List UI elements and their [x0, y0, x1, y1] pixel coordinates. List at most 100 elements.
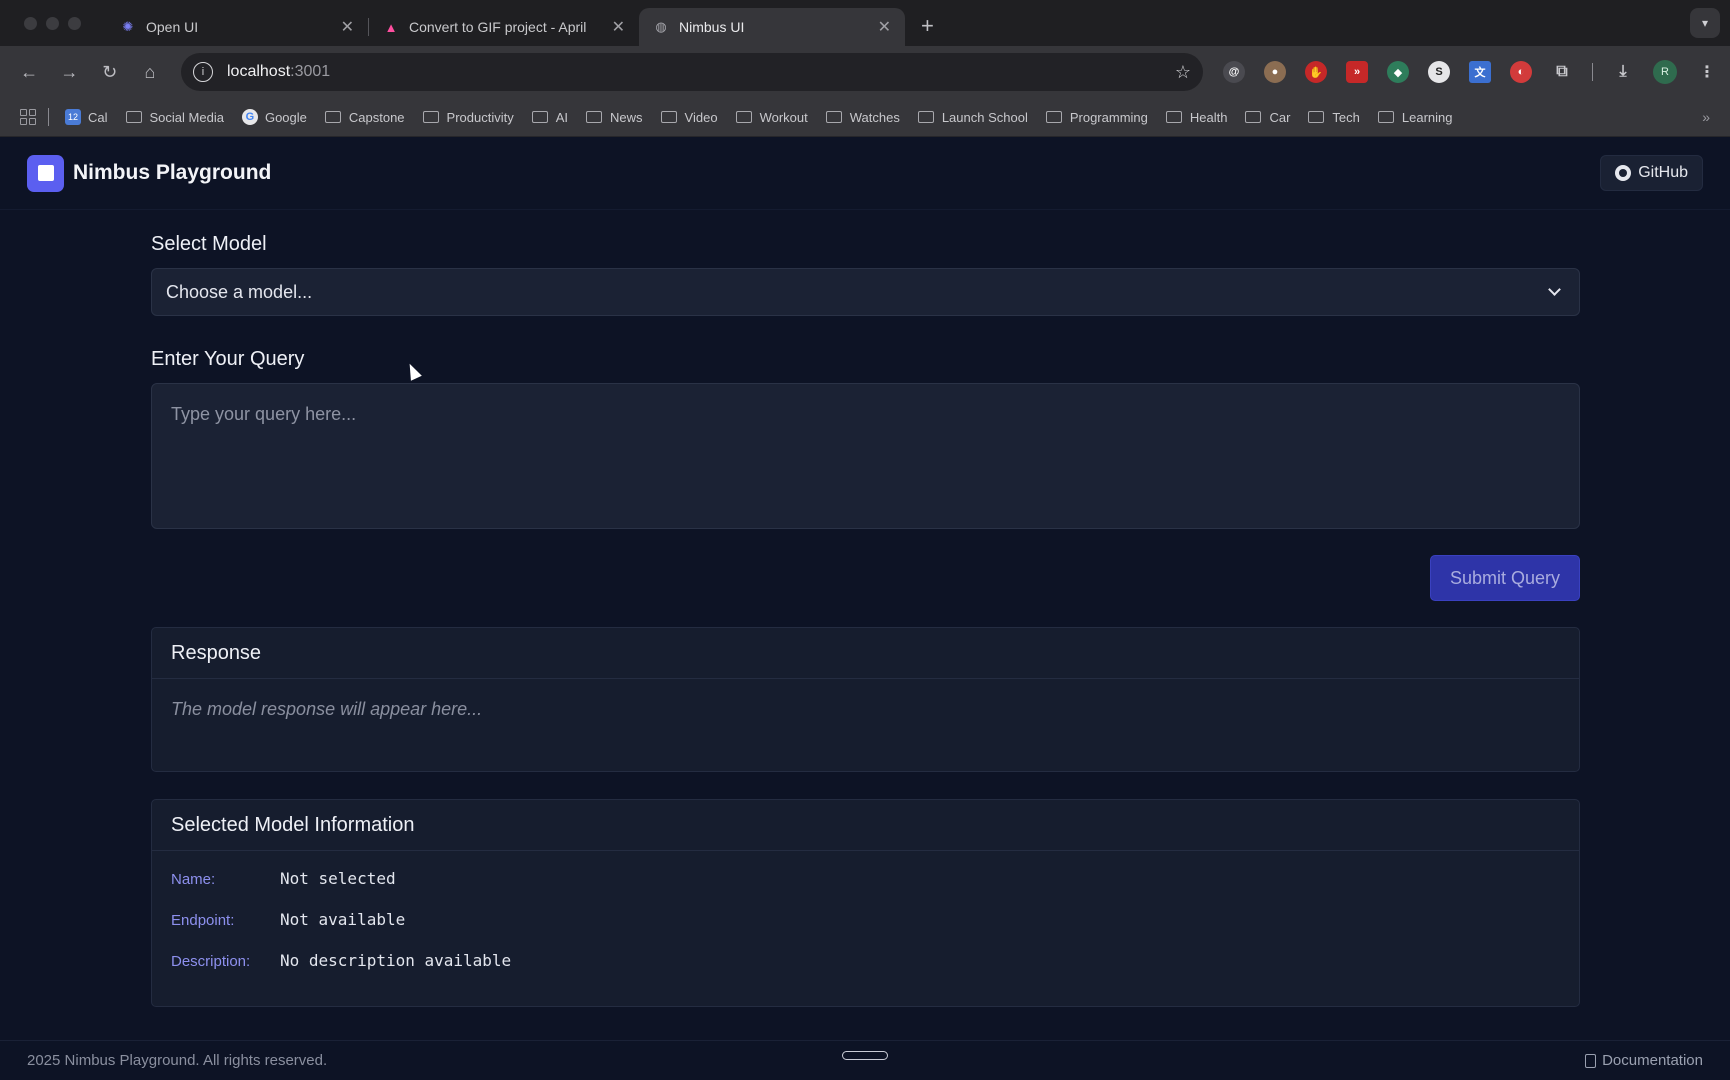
- reload-button[interactable]: ↻: [93, 54, 127, 90]
- bookmark-label: Health: [1189, 109, 1228, 125]
- bookmark-video[interactable]: Video: [660, 109, 718, 125]
- github-icon: [1615, 165, 1632, 181]
- bookmark-ai[interactable]: AI: [531, 109, 569, 125]
- model-select[interactable]: Choose a model...: [151, 268, 1580, 316]
- documentation-link[interactable]: Documentation: [1585, 1052, 1703, 1069]
- bookmark-social-media[interactable]: Social Media: [125, 109, 224, 125]
- close-window-button[interactable]: [24, 16, 37, 30]
- bookmark-label: Capstone: [348, 109, 405, 125]
- folder-icon: [735, 111, 752, 123]
- bookmark-label: Cal: [88, 109, 108, 125]
- document-icon: [1585, 1053, 1597, 1068]
- model-select-value: Choose a model...: [166, 281, 313, 302]
- google-icon: G: [241, 109, 258, 125]
- bookmark-cal[interactable]: 12 Cal: [65, 109, 108, 125]
- arrow-left-icon: ←: [20, 61, 39, 82]
- home-icon: ⌂: [144, 61, 156, 82]
- kebab-menu-icon[interactable]: ⋮: [1696, 61, 1718, 83]
- globe-icon: ◍: [655, 19, 667, 34]
- address-bar[interactable]: i localhost:3001 ☆: [181, 53, 1203, 91]
- footer-copyright: 2025 Nimbus Playground. All rights reser…: [27, 1052, 328, 1069]
- tab-search-button[interactable]: ▾: [1690, 8, 1720, 38]
- bookmark-capstone[interactable]: Capstone: [324, 109, 405, 125]
- github-button[interactable]: GitHub: [1600, 155, 1703, 191]
- extension-hand-icon[interactable]: ✋: [1305, 61, 1327, 83]
- bookmark-workout[interactable]: Workout: [735, 110, 808, 125]
- chevron-down-icon: ▾: [1701, 16, 1709, 30]
- extension-at-icon[interactable]: @: [1223, 61, 1245, 83]
- site-info-icon[interactable]: i: [193, 62, 213, 82]
- tab-strip: ✺ Open UI ✕ ▲ Convert to GIF project - A…: [0, 0, 1730, 46]
- bookmarks-divider: [48, 108, 49, 126]
- extension-face-icon[interactable]: ●: [1264, 61, 1286, 83]
- bookmark-news[interactable]: News: [586, 110, 643, 125]
- query-label: Enter Your Query: [151, 348, 305, 370]
- chevron-double-right-icon[interactable]: »: [1702, 109, 1710, 125]
- bookmark-health[interactable]: Health: [1165, 109, 1228, 125]
- extension-forward-icon[interactable]: »: [1346, 61, 1368, 83]
- info-row-description: Description: No description available: [171, 951, 1560, 992]
- maximize-window-button[interactable]: [68, 16, 81, 30]
- bookmark-google[interactable]: G Google: [241, 109, 307, 125]
- bookmark-star-icon[interactable]: ☆: [1175, 62, 1191, 83]
- folder-icon: [1045, 111, 1062, 123]
- folder-icon: [1245, 111, 1262, 123]
- folder-icon: [1377, 111, 1394, 123]
- bookmark-car[interactable]: Car: [1245, 110, 1290, 125]
- tab-title: Open UI: [146, 19, 199, 35]
- bookmark-label: AI: [555, 109, 569, 125]
- extension-s-icon[interactable]: S: [1428, 61, 1450, 83]
- profile-avatar[interactable]: R: [1653, 60, 1677, 84]
- close-icon[interactable]: ✕: [341, 17, 354, 37]
- tab-open-ui[interactable]: ✺ Open UI ✕: [106, 8, 368, 46]
- bookmark-productivity[interactable]: Productivity: [422, 110, 514, 125]
- forward-button[interactable]: →: [52, 54, 86, 90]
- puzzle-icon[interactable]: ⧉: [1551, 61, 1573, 83]
- extension-red-icon[interactable]: ◐: [1510, 61, 1532, 83]
- tab-nimbus-ui[interactable]: ◍ Nimbus UI ✕: [639, 8, 905, 46]
- response-panel: Response The model response will appear …: [151, 627, 1580, 772]
- bookmark-label: Google: [264, 109, 307, 125]
- bookmark-tech[interactable]: Tech: [1308, 110, 1360, 125]
- bookmark-label: Launch School: [941, 109, 1028, 125]
- app-logo-icon: [27, 154, 64, 192]
- browser-toolbar: ← → ↻ ⌂ i localhost:3001 ☆ @ ● ✋ » ◆ S 文…: [0, 46, 1730, 98]
- bookmarks-bar: 12 Cal Social Media G Google Capstone Prod…: [0, 98, 1730, 137]
- info-key: Endpoint:: [171, 912, 235, 929]
- translate-icon[interactable]: 文: [1469, 61, 1491, 83]
- model-info-title: Selected Model Information: [152, 800, 1579, 851]
- bookmark-label: Video: [684, 109, 718, 125]
- bookmark-launch-school[interactable]: Launch School: [917, 109, 1028, 125]
- toolbar-divider: [1592, 63, 1593, 81]
- back-button[interactable]: ←: [12, 54, 46, 90]
- folder-icon: [825, 111, 842, 123]
- app-header: Nimbus Playground GitHub: [0, 137, 1730, 210]
- home-button[interactable]: ⌂: [133, 54, 167, 90]
- new-tab-button[interactable]: +: [921, 13, 934, 39]
- bookmark-label: Car: [1269, 109, 1291, 125]
- bookmark-programming[interactable]: Programming: [1045, 110, 1148, 125]
- bookmark-label: Social Media: [149, 109, 224, 125]
- query-textarea[interactable]: Type your query here...: [151, 383, 1580, 529]
- tab-convert-gif[interactable]: ▲ Convert to GIF project - April ✕: [369, 8, 639, 46]
- bookmark-watches[interactable]: Watches: [825, 110, 900, 125]
- info-key: Name:: [171, 871, 216, 888]
- info-value: No description available: [280, 951, 512, 970]
- window-controls: [0, 16, 106, 30]
- main-content: Select Model Choose a model... Enter You…: [151, 233, 1580, 1007]
- scroll-handle[interactable]: [842, 1051, 888, 1060]
- folder-icon: [1165, 111, 1182, 123]
- arrow-right-icon: →: [60, 61, 79, 82]
- info-value: Not available: [280, 910, 406, 929]
- close-icon[interactable]: ✕: [878, 17, 891, 37]
- submit-query-button[interactable]: Submit Query: [1430, 555, 1580, 601]
- bookmark-learning[interactable]: Learning: [1377, 110, 1452, 125]
- folder-icon: [917, 111, 934, 123]
- chevron-down-icon: [1548, 283, 1561, 296]
- apps-grid-icon[interactable]: [20, 109, 36, 125]
- extension-brain-icon[interactable]: ◆: [1387, 61, 1409, 83]
- close-icon[interactable]: ✕: [612, 17, 625, 37]
- download-icon[interactable]: ⤓: [1612, 61, 1634, 83]
- minimize-window-button[interactable]: [46, 16, 59, 30]
- folder-icon: [586, 111, 603, 123]
